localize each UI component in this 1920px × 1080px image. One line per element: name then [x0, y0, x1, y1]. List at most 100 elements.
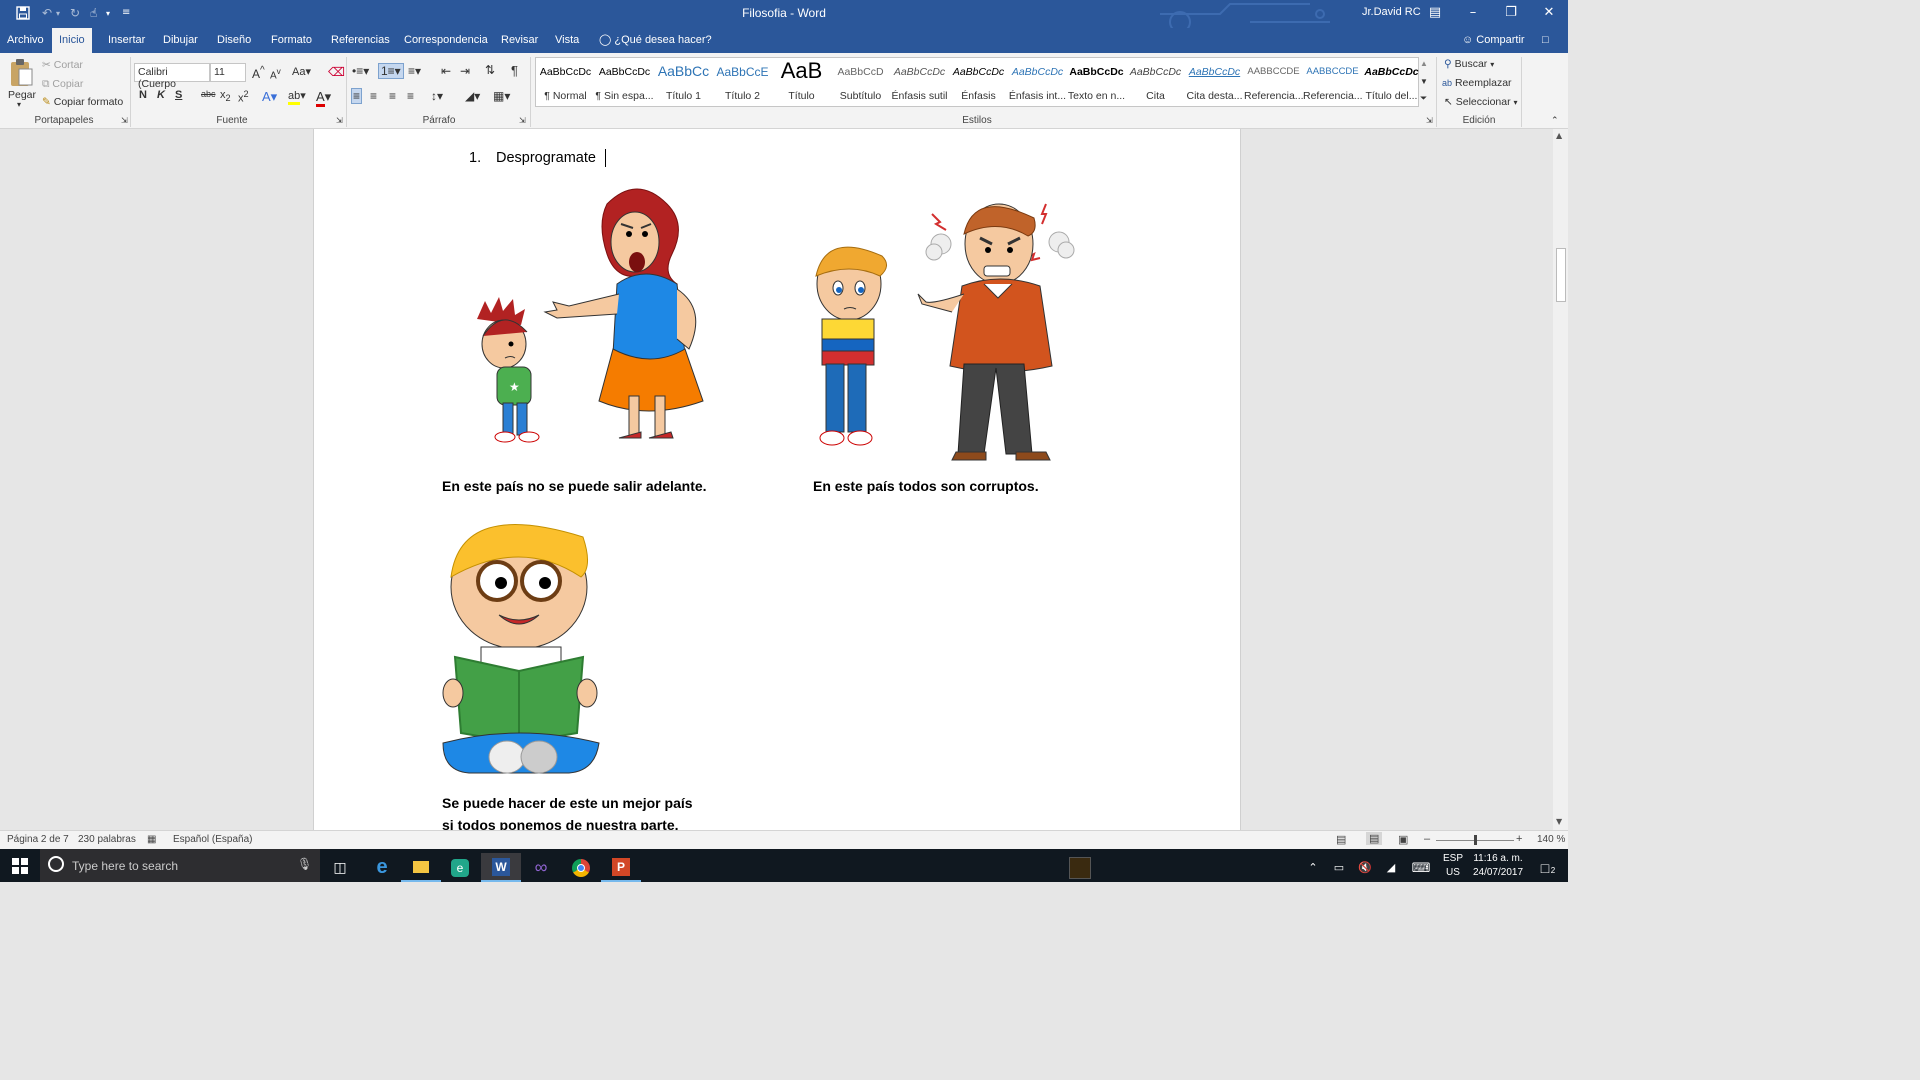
edmodo-icon[interactable]: e: [440, 853, 480, 882]
print-layout-icon[interactable]: ▤: [1366, 832, 1383, 845]
style-normal[interactable]: AaBbCcDc ¶ Normal: [536, 58, 595, 106]
cut-button[interactable]: ✂ Cortar: [42, 59, 83, 71]
style-heading-1[interactable]: AaBbCc Título 1: [654, 58, 713, 106]
shading-icon[interactable]: ◢▾: [465, 89, 480, 103]
bold-button[interactable]: N: [139, 89, 147, 101]
wifi-icon[interactable]: ◢: [1378, 853, 1404, 882]
highlight-color-icon[interactable]: ab▾: [288, 89, 306, 105]
collapse-ribbon-icon[interactable]: ⌃: [1551, 115, 1559, 126]
select-button[interactable]: ↖ Seleccionar ▾: [1444, 96, 1518, 108]
subscript-icon[interactable]: x2: [220, 89, 231, 103]
line-spacing-icon[interactable]: ↕▾: [431, 89, 443, 103]
page-count[interactable]: Página 2 de 7: [7, 834, 69, 845]
show-hidden-icons-icon[interactable]: ⌃: [1298, 853, 1328, 882]
tab-archivo[interactable]: Archivo: [0, 28, 51, 53]
tab-insertar[interactable]: Insertar: [101, 28, 152, 53]
style-intense-reference[interactable]: AABBCCDE Referencia...: [1303, 58, 1362, 106]
comments-icon[interactable]: □: [1542, 28, 1549, 53]
font-size-select[interactable]: 11: [210, 63, 246, 82]
edge-icon[interactable]: e: [362, 853, 402, 882]
window-thumbnail-icon[interactable]: [1060, 853, 1100, 882]
scrollbar-thumb[interactable]: [1556, 248, 1566, 302]
replace-button[interactable]: ab Reemplazar: [1442, 77, 1512, 89]
paste-dropdown-icon[interactable]: ▾: [17, 100, 21, 109]
paragraph-launcher-icon[interactable]: ⇲: [519, 116, 526, 125]
find-button[interactable]: ⚲ Buscar ▾: [1444, 58, 1494, 70]
decrease-indent-icon[interactable]: ⇤: [441, 64, 451, 78]
font-family-select[interactable]: Calibri (Cuerpo: [134, 63, 210, 90]
clipboard-launcher-icon[interactable]: ⇲: [121, 116, 128, 125]
style-subtle-emphasis[interactable]: AaBbCcDc Énfasis sutil: [890, 58, 949, 106]
chrome-icon[interactable]: [561, 853, 601, 882]
gallery-more-icon[interactable]: ⏷: [1420, 93, 1427, 104]
align-center-icon[interactable]: ≡: [370, 89, 377, 103]
style-title[interactable]: AaB Título: [772, 58, 831, 106]
scroll-down-icon[interactable]: ▼: [1556, 817, 1562, 826]
tell-me-box[interactable]: ◯ ¿Qué desea hacer?: [592, 28, 719, 53]
tab-dibujar[interactable]: Dibujar: [156, 28, 205, 53]
text-effects-icon[interactable]: A▾: [262, 89, 277, 105]
gallery-scroll-down-icon[interactable]: ▼: [1420, 77, 1428, 86]
web-layout-icon[interactable]: ▣: [1398, 833, 1408, 846]
tab-formato[interactable]: Formato: [264, 28, 319, 53]
minimize-button[interactable]: –: [1454, 0, 1492, 28]
paste-button[interactable]: [8, 58, 34, 91]
style-intense-quote[interactable]: AaBbCcDc Cita desta...: [1185, 58, 1244, 106]
style-no-spacing[interactable]: AaBbCcDc ¶ Sin espa...: [595, 58, 654, 106]
share-button[interactable]: ☺ Compartir: [1462, 28, 1525, 53]
tab-referencias[interactable]: Referencias: [324, 28, 397, 53]
font-color-icon[interactable]: A▾: [316, 89, 331, 107]
tab-vista[interactable]: Vista: [548, 28, 586, 53]
input-language-indicator[interactable]: ESP US: [1442, 852, 1464, 880]
clock[interactable]: 11:16 a. m. 24/07/2017: [1468, 852, 1528, 880]
tab-diseno[interactable]: Diseño: [210, 28, 258, 53]
scroll-up-icon[interactable]: ▲: [1556, 131, 1562, 140]
style-quote[interactable]: AaBbCcDc Cita: [1126, 58, 1185, 106]
word-count[interactable]: 230 palabras: [78, 834, 136, 845]
ribbon-display-options-icon[interactable]: ▤: [1416, 0, 1454, 28]
strikethrough-icon[interactable]: abc: [201, 89, 216, 99]
clear-formatting-icon[interactable]: ⌫: [328, 65, 345, 79]
taskbar-search-box[interactable]: Type here to search 🎙: [40, 849, 320, 882]
close-button[interactable]: ✕: [1530, 0, 1568, 28]
tab-revisar[interactable]: Revisar: [494, 28, 545, 53]
bullets-icon[interactable]: •≡▾: [352, 64, 369, 78]
show-formatting-marks-icon[interactable]: ¶: [511, 63, 518, 78]
numbering-icon[interactable]: 1≡▾: [378, 63, 404, 79]
underline-button[interactable]: S: [175, 89, 182, 101]
battery-icon[interactable]: ▭: [1326, 853, 1352, 882]
language-indicator[interactable]: Español (España): [173, 834, 253, 845]
zoom-in-icon[interactable]: +: [1516, 833, 1522, 845]
zoom-out-icon[interactable]: –: [1424, 833, 1430, 845]
increase-indent-icon[interactable]: ⇥: [460, 64, 470, 78]
borders-icon[interactable]: ▦▾: [493, 89, 510, 103]
task-view-icon[interactable]: ◫: [320, 853, 360, 882]
file-explorer-icon[interactable]: [401, 853, 441, 882]
superscript-icon[interactable]: x2: [238, 89, 249, 105]
vertical-scrollbar[interactable]: ▲ ▼: [1553, 129, 1568, 830]
style-strong[interactable]: AaBbCcDc Texto en n...: [1067, 58, 1126, 106]
word-taskbar-icon[interactable]: W: [481, 853, 521, 882]
styles-launcher-icon[interactable]: ⇲: [1426, 116, 1433, 125]
visual-studio-icon[interactable]: ∞: [521, 853, 561, 882]
style-subtle-reference[interactable]: AABBCCDE Referencia...: [1244, 58, 1303, 106]
style-emphasis[interactable]: AaBbCcDc Énfasis: [949, 58, 1008, 106]
microphone-icon[interactable]: 🎙: [297, 857, 312, 871]
document-page[interactable]: 1. Desprogramate ★ En este país no se pu…: [313, 129, 1241, 830]
windows-start-icon[interactable]: [0, 851, 40, 880]
volume-muted-icon[interactable]: 🔇: [1352, 853, 1378, 882]
shrink-font-icon[interactable]: Av: [270, 66, 281, 81]
zoom-level[interactable]: 140 %: [1537, 834, 1565, 845]
keyboard-icon[interactable]: ⌨: [1404, 853, 1438, 882]
powerpoint-icon[interactable]: P: [601, 853, 641, 882]
multilevel-list-icon[interactable]: ≡▾: [408, 64, 421, 78]
style-subtitle[interactable]: AaBbCcD Subtítulo: [831, 58, 890, 106]
format-painter-button[interactable]: ✎ Copiar formato: [42, 96, 123, 108]
sort-icon[interactable]: ⇅: [485, 63, 495, 77]
restore-button[interactable]: ❐: [1492, 0, 1530, 28]
proofing-icon[interactable]: ▦: [147, 834, 156, 845]
zoom-slider-handle[interactable]: [1474, 835, 1477, 845]
style-book-title[interactable]: AaBbCcDc Título del...: [1362, 58, 1421, 106]
action-center-icon[interactable]: □ 2: [1530, 853, 1560, 882]
align-left-icon[interactable]: ≡: [351, 88, 363, 104]
